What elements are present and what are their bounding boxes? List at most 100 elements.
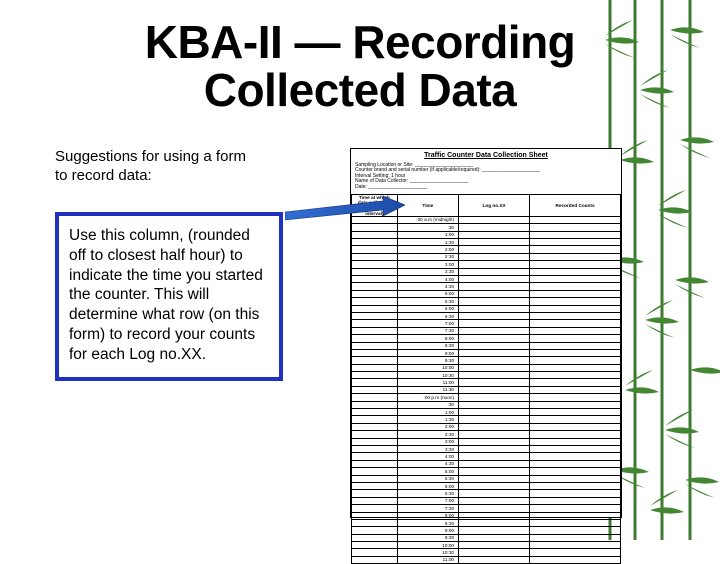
cell-logno bbox=[459, 416, 530, 423]
cell-logno bbox=[459, 364, 530, 371]
cell-start bbox=[352, 534, 398, 541]
table-row: 5:30 bbox=[352, 475, 621, 482]
col-header-counts: Recorded Counts bbox=[530, 195, 621, 217]
cell-logno bbox=[459, 534, 530, 541]
cell-time: 10:00 bbox=[397, 364, 458, 371]
table-row: 9:30 bbox=[352, 357, 621, 364]
callout-text: Use this column, (rounded off to closest… bbox=[69, 227, 263, 363]
cell-logno bbox=[459, 438, 530, 445]
table-row: 6:30 bbox=[352, 490, 621, 497]
table-row: 2:00 bbox=[352, 423, 621, 430]
table-row: :30 bbox=[352, 224, 621, 231]
table-row: 7:30 bbox=[352, 327, 621, 334]
table-row: 8:00 bbox=[352, 512, 621, 519]
cell-counts bbox=[530, 490, 621, 497]
cell-time: 5:00 bbox=[397, 290, 458, 297]
cell-counts bbox=[530, 276, 621, 283]
cell-logno bbox=[459, 468, 530, 475]
cell-counts bbox=[530, 438, 621, 445]
cell-counts bbox=[530, 556, 621, 563]
cell-logno bbox=[459, 556, 530, 563]
cell-time: 9:30 bbox=[397, 534, 458, 541]
cell-start bbox=[352, 312, 398, 319]
cell-logno bbox=[459, 349, 530, 356]
cell-logno bbox=[459, 423, 530, 430]
cell-counts bbox=[530, 497, 621, 504]
form-table: Time at which data collection starts (1/… bbox=[351, 194, 621, 564]
slide-title: KBA-II — Recording Collected Data bbox=[40, 18, 680, 115]
table-row: 2:00 bbox=[352, 246, 621, 253]
cell-logno bbox=[459, 453, 530, 460]
cell-counts bbox=[530, 512, 621, 519]
cell-counts bbox=[530, 364, 621, 371]
cell-start bbox=[352, 283, 398, 290]
cell-logno bbox=[459, 549, 530, 556]
cell-time: 7:30 bbox=[397, 327, 458, 334]
cell-time: :30 bbox=[397, 401, 458, 408]
cell-start bbox=[352, 556, 398, 563]
cell-start bbox=[352, 512, 398, 519]
cell-time: 1:00 bbox=[397, 231, 458, 238]
cell-time: 3:30 bbox=[397, 268, 458, 275]
cell-start bbox=[352, 423, 398, 430]
table-row: 2:30 bbox=[352, 431, 621, 438]
cell-logno bbox=[459, 283, 530, 290]
cell-start bbox=[352, 431, 398, 438]
cell-time: 3:00 bbox=[397, 261, 458, 268]
cell-start bbox=[352, 460, 398, 467]
cell-start bbox=[352, 342, 398, 349]
cell-time: 4:00 bbox=[397, 276, 458, 283]
table-row: 9:00 bbox=[352, 349, 621, 356]
cell-logno bbox=[459, 253, 530, 260]
cell-logno bbox=[459, 327, 530, 334]
cell-counts bbox=[530, 312, 621, 319]
cell-start bbox=[352, 364, 398, 371]
cell-logno bbox=[459, 231, 530, 238]
cell-time: 10:30 bbox=[397, 549, 458, 556]
cell-start bbox=[352, 445, 398, 452]
cell-time: 8:00 bbox=[397, 335, 458, 342]
cell-start bbox=[352, 224, 398, 231]
table-row: 8:30 bbox=[352, 342, 621, 349]
table-row: 6:30 bbox=[352, 312, 621, 319]
cell-counts bbox=[530, 231, 621, 238]
cell-logno bbox=[459, 542, 530, 549]
cell-time: 7:00 bbox=[397, 320, 458, 327]
cell-start bbox=[352, 268, 398, 275]
callout-box: Use this column, (rounded off to closest… bbox=[55, 212, 283, 381]
cell-start bbox=[352, 349, 398, 356]
cell-time: 9:30 bbox=[397, 357, 458, 364]
cell-start bbox=[352, 482, 398, 489]
cell-logno bbox=[459, 261, 530, 268]
cell-start bbox=[352, 246, 398, 253]
cell-start bbox=[352, 438, 398, 445]
table-row: 2:30 bbox=[352, 253, 621, 260]
cell-counts bbox=[530, 239, 621, 246]
cell-start bbox=[352, 497, 398, 504]
cell-counts bbox=[530, 320, 621, 327]
table-row: 6:00 bbox=[352, 482, 621, 489]
cell-start bbox=[352, 298, 398, 305]
cell-time: :00 p.m (noon) bbox=[397, 394, 458, 401]
cell-counts bbox=[530, 468, 621, 475]
cell-logno bbox=[459, 497, 530, 504]
cell-counts bbox=[530, 283, 621, 290]
table-row: 9:00 bbox=[352, 527, 621, 534]
cell-start bbox=[352, 409, 398, 416]
table-row: 1:00 bbox=[352, 409, 621, 416]
cell-counts bbox=[530, 534, 621, 541]
cell-time: 10:30 bbox=[397, 372, 458, 379]
cell-time: 10:00 bbox=[397, 542, 458, 549]
cell-start bbox=[352, 276, 398, 283]
table-row: 10:30 bbox=[352, 372, 621, 379]
cell-start bbox=[352, 394, 398, 401]
cell-counts bbox=[530, 482, 621, 489]
cell-logno bbox=[459, 224, 530, 231]
cell-logno bbox=[459, 460, 530, 467]
cell-counts bbox=[530, 327, 621, 334]
cell-start bbox=[352, 386, 398, 393]
cell-counts bbox=[530, 216, 621, 223]
intro-text: Suggestions for using a form to record d… bbox=[55, 148, 255, 186]
cell-counts bbox=[530, 349, 621, 356]
cell-time: 4:30 bbox=[397, 460, 458, 467]
